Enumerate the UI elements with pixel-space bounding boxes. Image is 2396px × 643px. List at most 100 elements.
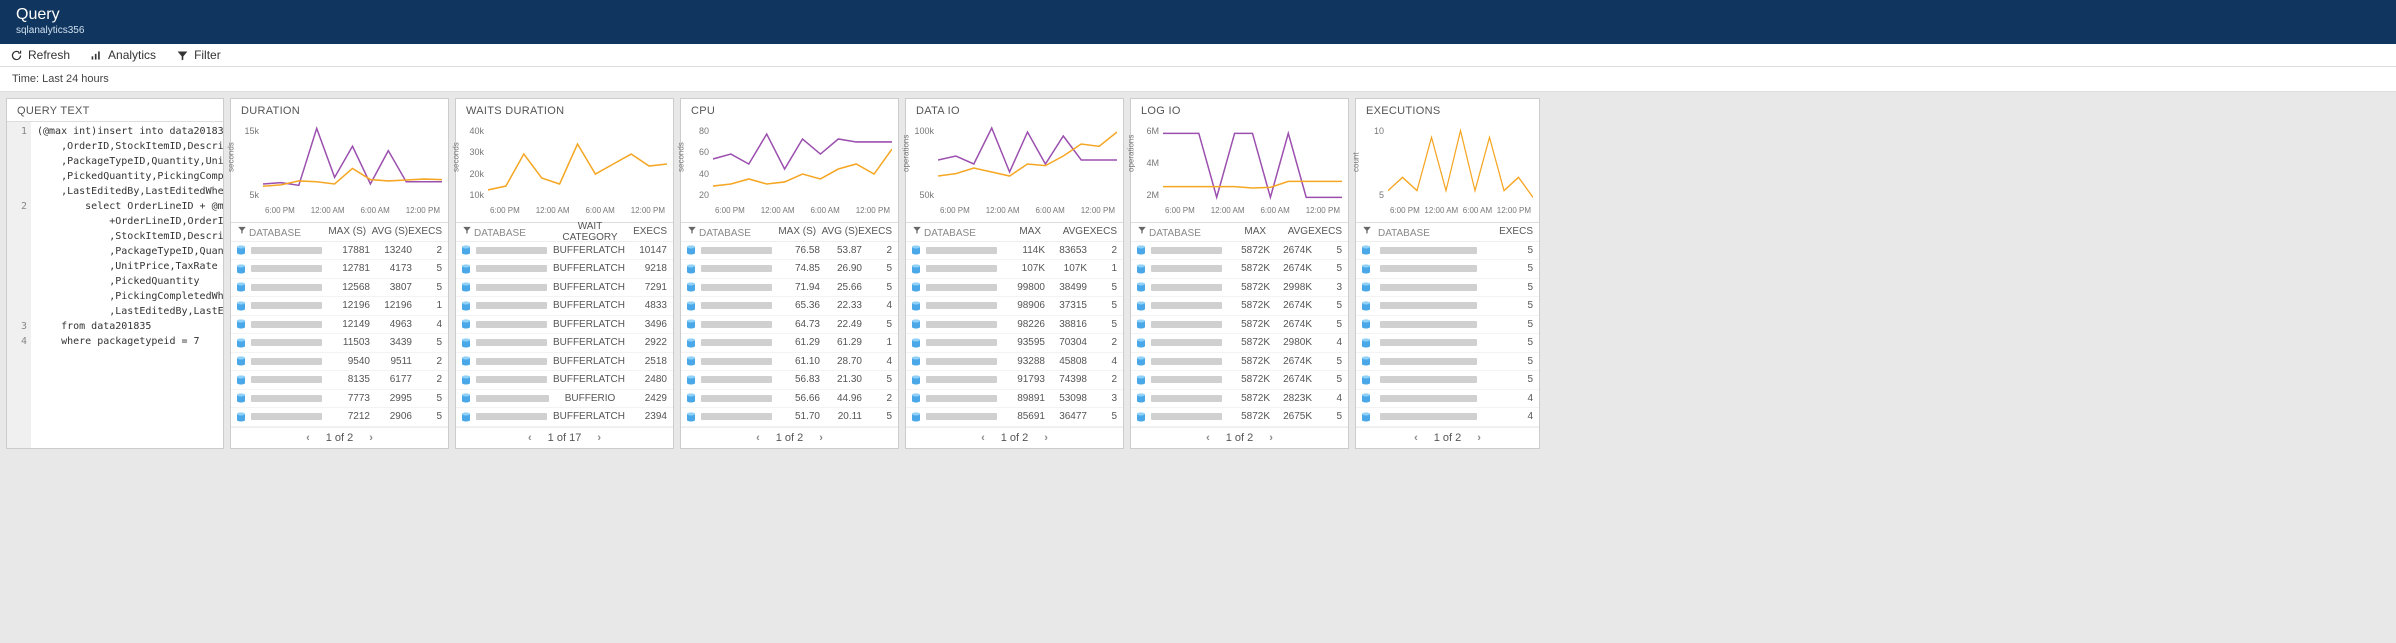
table-row[interactable]: BUFFERLATCH7291: [456, 279, 673, 298]
table-row[interactable]: 56.6644.962: [681, 390, 898, 409]
table-row[interactable]: 76.5853.872: [681, 242, 898, 261]
table-row[interactable]: 5872K2674K5: [1131, 260, 1348, 279]
table-row[interactable]: BUFFERLATCH2394: [456, 408, 673, 427]
table-row[interactable]: 5: [1356, 353, 1539, 372]
table-row[interactable]: 5872K2674K5: [1131, 297, 1348, 316]
table-row[interactable]: 813561772: [231, 371, 448, 390]
table-row[interactable]: 64.7322.495: [681, 316, 898, 335]
table-row[interactable]: BUFFERLATCH9218: [456, 260, 673, 279]
wait-category: BUFFERLATCH: [553, 245, 625, 256]
filter-icon[interactable]: [1135, 225, 1149, 238]
pager-label: 1 of 2: [1001, 432, 1029, 444]
pager-prev[interactable]: ‹: [1200, 432, 1216, 444]
pager-next[interactable]: ›: [1471, 432, 1487, 444]
table-row[interactable]: 1150334395: [231, 334, 448, 353]
analytics-button[interactable]: Analytics: [90, 48, 156, 62]
table-row[interactable]: 61.2961.291: [681, 334, 898, 353]
pager-next[interactable]: ›: [1038, 432, 1054, 444]
wait-category: BUFFERLATCH: [553, 411, 625, 422]
table-row[interactable]: 5: [1356, 260, 1539, 279]
pager-next[interactable]: ›: [813, 432, 829, 444]
table-row[interactable]: 61.1028.704: [681, 353, 898, 372]
table-row[interactable]: 5872K2674K5: [1131, 316, 1348, 335]
table-row[interactable]: 1214949634: [231, 316, 448, 335]
table-row[interactable]: 98226388165: [906, 316, 1123, 335]
table-row[interactable]: 721229065: [231, 408, 448, 427]
table-row[interactable]: 51.7020.115: [681, 408, 898, 427]
table-row[interactable]: BUFFERLATCH2518: [456, 353, 673, 372]
table-row[interactable]: 5872K2998K3: [1131, 279, 1348, 298]
chart[interactable]: seconds 15k5k 6:00 PM12:00 AM6:00 AM12:0…: [235, 122, 444, 222]
toolbar: Refresh Analytics Filter: [0, 44, 2396, 67]
table-row[interactable]: 65.3622.334: [681, 297, 898, 316]
time-range-bar[interactable]: Time: Last 24 hours: [0, 67, 2396, 92]
table-row[interactable]: 1256838075: [231, 279, 448, 298]
metric-panel: LOG IO operations 6M4M2M 6:00 PM12:00 AM…: [1130, 98, 1349, 449]
chart[interactable]: operations 6M4M2M 6:00 PM12:00 AM6:00 AM…: [1135, 122, 1344, 222]
table-row[interactable]: 5872K2674K5: [1131, 353, 1348, 372]
panel-title: DATA IO: [906, 99, 1123, 121]
table-row[interactable]: BUFFERLATCH2480: [456, 371, 673, 390]
table-row[interactable]: 4: [1356, 408, 1539, 427]
columns: QUERY TEXT 1 2 34 (@max int)insert into …: [0, 92, 2396, 455]
pager-prev[interactable]: ‹: [975, 432, 991, 444]
metric-table: DATABASEEXECS5555555544: [1356, 222, 1539, 427]
pager-next[interactable]: ›: [363, 432, 379, 444]
pager-prev[interactable]: ‹: [300, 432, 316, 444]
pager: ‹ 1 of 2 ›: [1131, 427, 1348, 448]
table-row[interactable]: 5872K2674K5: [1131, 242, 1348, 261]
table-row[interactable]: BUFFERLATCH4833: [456, 297, 673, 316]
table-row[interactable]: BUFFERLATCH3496: [456, 316, 673, 335]
table-row[interactable]: 5872K2823K4: [1131, 390, 1348, 409]
table-row[interactable]: 99800384995: [906, 279, 1123, 298]
table-row[interactable]: 5: [1356, 334, 1539, 353]
table-row[interactable]: 5: [1356, 279, 1539, 298]
pager-prev[interactable]: ‹: [750, 432, 766, 444]
table-row[interactable]: 114K836532: [906, 242, 1123, 261]
table-row[interactable]: 107K107K1: [906, 260, 1123, 279]
table-row[interactable]: 98906373155: [906, 297, 1123, 316]
chart[interactable]: seconds 80604020 6:00 PM12:00 AM6:00 AM1…: [685, 122, 894, 222]
chart[interactable]: count 105 6:00 PM12:00 AM6:00 AM12:00 PM: [1360, 122, 1535, 222]
table-row[interactable]: 74.8526.905: [681, 260, 898, 279]
table-row[interactable]: 56.8321.305: [681, 371, 898, 390]
table-row[interactable]: 93595703042: [906, 334, 1123, 353]
table-row[interactable]: 17881132402: [231, 242, 448, 261]
table-row[interactable]: 5: [1356, 371, 1539, 390]
pager-next[interactable]: ›: [591, 432, 607, 444]
refresh-button[interactable]: Refresh: [10, 48, 70, 62]
table-row[interactable]: BUFFERLATCH10147: [456, 242, 673, 261]
pager-prev[interactable]: ‹: [522, 432, 538, 444]
table-row[interactable]: 5872K2980K4: [1131, 334, 1348, 353]
table-row[interactable]: 5872K2674K5: [1131, 371, 1348, 390]
chart[interactable]: operations 100k50k 6:00 PM12:00 AM6:00 A…: [910, 122, 1119, 222]
table-row[interactable]: 5: [1356, 297, 1539, 316]
filter-icon[interactable]: [1360, 225, 1374, 238]
table-row[interactable]: 5: [1356, 242, 1539, 261]
table-row[interactable]: 1278141735: [231, 260, 448, 279]
metric-panel: EXECUTIONS count 105 6:00 PM12:00 AM6:00…: [1355, 98, 1540, 449]
table-row[interactable]: 5: [1356, 316, 1539, 335]
table-row[interactable]: 71.9425.665: [681, 279, 898, 298]
table-row[interactable]: 91793743982: [906, 371, 1123, 390]
table-row[interactable]: 93288458084: [906, 353, 1123, 372]
table-row[interactable]: 954095112: [231, 353, 448, 372]
chart[interactable]: seconds 40k30k20k10k 6:00 PM12:00 AM6:00…: [460, 122, 669, 222]
table-row[interactable]: 777329955: [231, 390, 448, 409]
filter-icon[interactable]: [910, 225, 924, 238]
pager-next[interactable]: ›: [1263, 432, 1279, 444]
table-row[interactable]: BUFFERLATCH2922: [456, 334, 673, 353]
panel-title: DURATION: [231, 99, 448, 121]
table-row[interactable]: 85691364775: [906, 408, 1123, 427]
table-row[interactable]: 12196121961: [231, 297, 448, 316]
filter-icon[interactable]: [460, 225, 474, 238]
table-row[interactable]: BUFFERIO2429: [456, 390, 673, 409]
filter-button[interactable]: Filter: [176, 48, 221, 62]
table-row[interactable]: 4: [1356, 390, 1539, 409]
filter-icon[interactable]: [685, 225, 699, 238]
table-row[interactable]: 89891530983: [906, 390, 1123, 409]
filter-icon[interactable]: [235, 225, 249, 238]
pager-prev[interactable]: ‹: [1408, 432, 1424, 444]
query-code[interactable]: (@max int)insert into data201835(OrderLi…: [31, 122, 223, 448]
table-row[interactable]: 5872K2675K5: [1131, 408, 1348, 427]
